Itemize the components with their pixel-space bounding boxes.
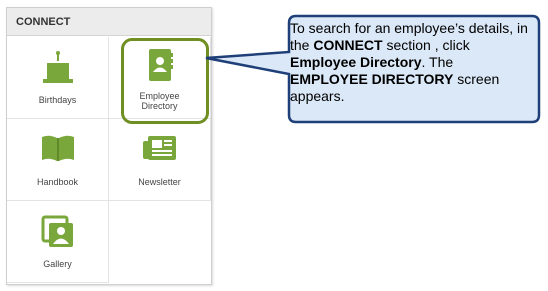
tile-label: Gallery <box>43 259 72 269</box>
birthday-cake-icon <box>40 51 76 90</box>
tile-birthdays[interactable]: Birthdays <box>7 37 109 119</box>
tile-label: Handbook <box>36 177 79 187</box>
tile-gallery[interactable]: Gallery <box>7 201 109 283</box>
address-book-icon <box>145 47 175 88</box>
tile-label: Newsletter <box>138 177 181 187</box>
tile-label-line: Directory <box>141 101 178 111</box>
connect-panel: CONNECT Birthdays Employee Directory Han… <box>6 7 212 285</box>
tile-label: Birthdays <box>38 95 77 105</box>
connect-section-title: CONNECT <box>7 8 211 36</box>
callout-text: To search for an employee’s details, in … <box>290 20 534 105</box>
tile-handbook[interactable]: Handbook <box>7 119 109 201</box>
callout-bold-screen-name: EMPLOYEE DIRECTORY <box>290 71 454 87</box>
photo-gallery-icon <box>41 215 75 254</box>
open-book-icon <box>39 133 77 168</box>
tile-label-line: Employee <box>139 91 180 101</box>
callout-bold-connect: CONNECT <box>313 37 383 53</box>
callout-text-part: . The <box>421 54 454 70</box>
tile-newsletter[interactable]: Newsletter <box>109 119 211 201</box>
tile-label: Employee Directory <box>109 91 210 111</box>
callout-bold-employee-directory: Employee Directory <box>290 54 422 70</box>
newspaper-icon <box>141 133 179 168</box>
tile-employee-directory[interactable]: Employee Directory <box>109 37 211 119</box>
callout-text-part: section , click <box>382 37 470 53</box>
